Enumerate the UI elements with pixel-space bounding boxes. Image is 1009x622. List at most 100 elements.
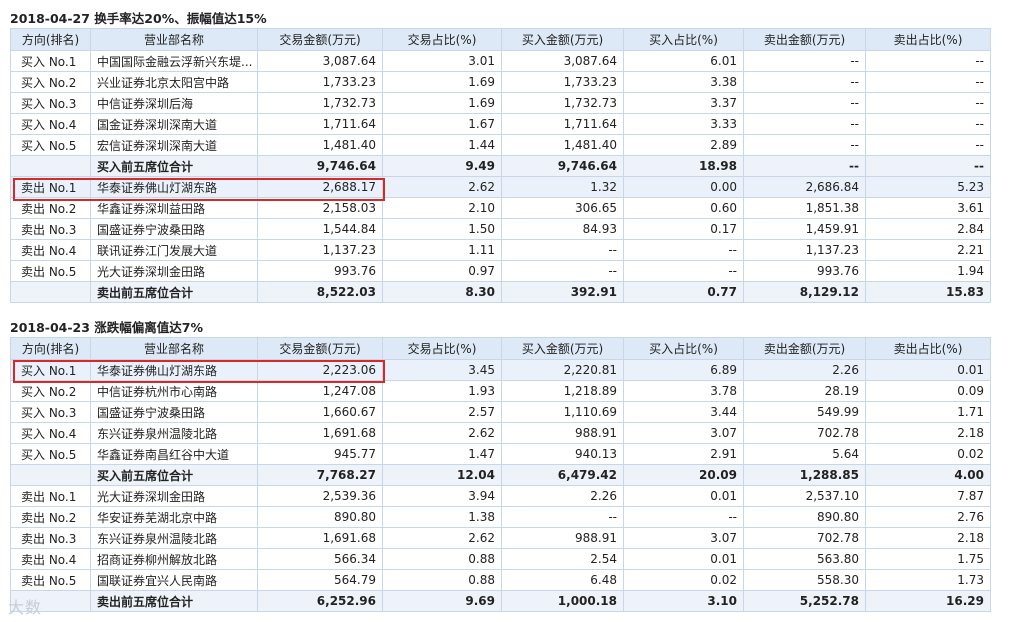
cell-sell: 8,129.12	[743, 281, 866, 303]
cell-sell: 558.30	[743, 569, 866, 591]
cell-dir: 买入 No.4	[10, 113, 91, 135]
cell-buy: 6.48	[501, 569, 624, 591]
table-total-row: 买入前五席位合计 9,746.64 9.49 9,746.64 18.98 -- --	[10, 155, 991, 177]
cell-sellpct: --	[865, 71, 991, 93]
cell-sellpct: 3.61	[865, 197, 991, 219]
cell-amt: 2,539.36	[257, 485, 383, 507]
table-row: 买入 No.5 宏信证券深圳深南大道 1,481.40 1.44 1,481.40 2.8…	[10, 134, 991, 156]
cell-dir: 买入 No.3	[10, 92, 91, 114]
cell-name: 中信证券深圳后海	[90, 92, 258, 114]
cell-name: 国盛证券宁波桑田路	[90, 218, 258, 240]
table-total-row: 卖出前五席位合计 8,522.03 8.30 392.91 0.77 8,129.12 15…	[10, 281, 991, 303]
table-row: 卖出 No.4 招商证券柳州解放北路 566.34 0.88 2.54 0.01 563.8…	[10, 548, 991, 570]
cell-pct: 1.69	[382, 92, 502, 114]
cell-name: 华泰证券佛山灯湖东路	[90, 176, 258, 198]
cell-pct: 8.30	[382, 281, 502, 303]
cell-buypct: 6.01	[623, 50, 744, 72]
column-header: 营业部名称	[90, 337, 258, 360]
cell-pct: 1.93	[382, 380, 502, 402]
cell-amt: 1,481.40	[257, 134, 383, 156]
cell-dir: 卖出 No.4	[10, 239, 91, 261]
cell-sell: --	[743, 71, 866, 93]
cell-sellpct: --	[865, 134, 991, 156]
table-row: 卖出 No.3 国盛证券宁波桑田路 1,544.84 1.50 84.93 0.17 1,4…	[10, 218, 991, 240]
cell-buy: 1,000.18	[501, 590, 624, 612]
cell-amt: 2,158.03	[257, 197, 383, 219]
cell-name: 兴业证券北京太阳宫中路	[90, 71, 258, 93]
table-header-row: 方向(排名) 营业部名称 交易金额(万元) 交易占比(%) 买入金额(万元) 买入占比(%…	[10, 28, 991, 51]
cell-buy: 1,732.73	[501, 92, 624, 114]
cell-dir: 卖出 No.3	[10, 527, 91, 549]
cell-amt: 2,223.06	[257, 359, 383, 381]
trading-seats-table: 方向(排名) 营业部名称 交易金额(万元) 交易占比(%) 买入金额(万元) 买入占比(%…	[10, 28, 991, 303]
cell-amt: 993.76	[257, 260, 383, 282]
cell-buy: 988.91	[501, 527, 624, 549]
cell-amt: 1,137.23	[257, 239, 383, 261]
table-row: 卖出 No.2 华鑫证券深圳益田路 2,158.03 2.10 306.65 0.60 1,…	[10, 197, 991, 219]
cell-buypct: 20.09	[623, 464, 744, 486]
cell-buypct: 2.89	[623, 134, 744, 156]
cell-dir: 买入 No.2	[10, 71, 91, 93]
cell-buypct: --	[623, 239, 744, 261]
cell-sell: 890.80	[743, 506, 866, 528]
cell-sell: 28.19	[743, 380, 866, 402]
cell-amt: 7,768.27	[257, 464, 383, 486]
cell-dir: 买入 No.1	[10, 359, 91, 381]
cell-buy: 1,218.89	[501, 380, 624, 402]
cell-buypct: 0.17	[623, 218, 744, 240]
cell-dir: 买入 No.2	[10, 380, 91, 402]
cell-amt: 8,522.03	[257, 281, 383, 303]
cell-buypct: 18.98	[623, 155, 744, 177]
cell-dir: 卖出 No.5	[10, 260, 91, 282]
cell-sellpct: 0.09	[865, 380, 991, 402]
cell-pct: 2.57	[382, 401, 502, 423]
cell-dir: 卖出 No.5	[10, 569, 91, 591]
cell-amt: 564.79	[257, 569, 383, 591]
cell-amt: 1,247.08	[257, 380, 383, 402]
cell-buypct: --	[623, 260, 744, 282]
table-row: 买入 No.3 中信证券深圳后海 1,732.73 1.69 1,732.73 3.37-…	[10, 92, 991, 114]
cell-sellpct: 1.75	[865, 548, 991, 570]
cell-sell: 1,288.85	[743, 464, 866, 486]
cell-pct: 9.49	[382, 155, 502, 177]
cell-sell: 702.78	[743, 422, 866, 444]
cell-sellpct: 1.94	[865, 260, 991, 282]
cell-sellpct: 15.83	[865, 281, 991, 303]
cell-dir	[10, 464, 91, 486]
cell-dir: 买入 No.4	[10, 422, 91, 444]
column-header: 卖出占比(%)	[865, 337, 991, 360]
cell-name: 卖出前五席位合计	[90, 281, 258, 303]
cell-buy: 2.26	[501, 485, 624, 507]
cell-dir: 卖出 No.3	[10, 218, 91, 240]
cell-amt: 890.80	[257, 506, 383, 528]
cell-buypct: 0.00	[623, 176, 744, 198]
cell-buypct: 2.91	[623, 443, 744, 465]
cell-buypct: 0.77	[623, 281, 744, 303]
table-row: 买入 No.1 中国国际金融云浮新兴东堤... 3,087.64 3.01 3,087.…	[10, 50, 991, 72]
column-header: 买入占比(%)	[623, 28, 744, 51]
cell-sellpct: 2.18	[865, 422, 991, 444]
cell-buy: 3,087.64	[501, 50, 624, 72]
cell-sell: 1,137.23	[743, 239, 866, 261]
cell-sell: --	[743, 134, 866, 156]
cell-pct: 0.88	[382, 548, 502, 570]
cell-buypct: 0.02	[623, 569, 744, 591]
cell-amt: 9,746.64	[257, 155, 383, 177]
cell-pct: 0.97	[382, 260, 502, 282]
column-header: 卖出占比(%)	[865, 28, 991, 51]
cell-buy: 84.93	[501, 218, 624, 240]
cell-amt: 6,252.96	[257, 590, 383, 612]
cell-name: 光大证券深圳金田路	[90, 485, 258, 507]
cell-name: 华安证券芜湖北京中路	[90, 506, 258, 528]
cell-pct: 1.38	[382, 506, 502, 528]
table-row: 卖出 No.5 光大证券深圳金田路 993.76 0.97 -- -- 993.76 1.94	[10, 260, 991, 282]
cell-buypct: 3.10	[623, 590, 744, 612]
table-row: 买入 No.2 兴业证券北京太阳宫中路 1,733.23 1.69 1,733.23 3.…	[10, 71, 991, 93]
cell-buypct: 3.44	[623, 401, 744, 423]
cell-pct: 3.94	[382, 485, 502, 507]
cell-name: 国金证券深圳深南大道	[90, 113, 258, 135]
cell-pct: 3.45	[382, 359, 502, 381]
cell-dir: 卖出 No.2	[10, 506, 91, 528]
cell-dir	[10, 155, 91, 177]
cell-pct: 2.62	[382, 176, 502, 198]
